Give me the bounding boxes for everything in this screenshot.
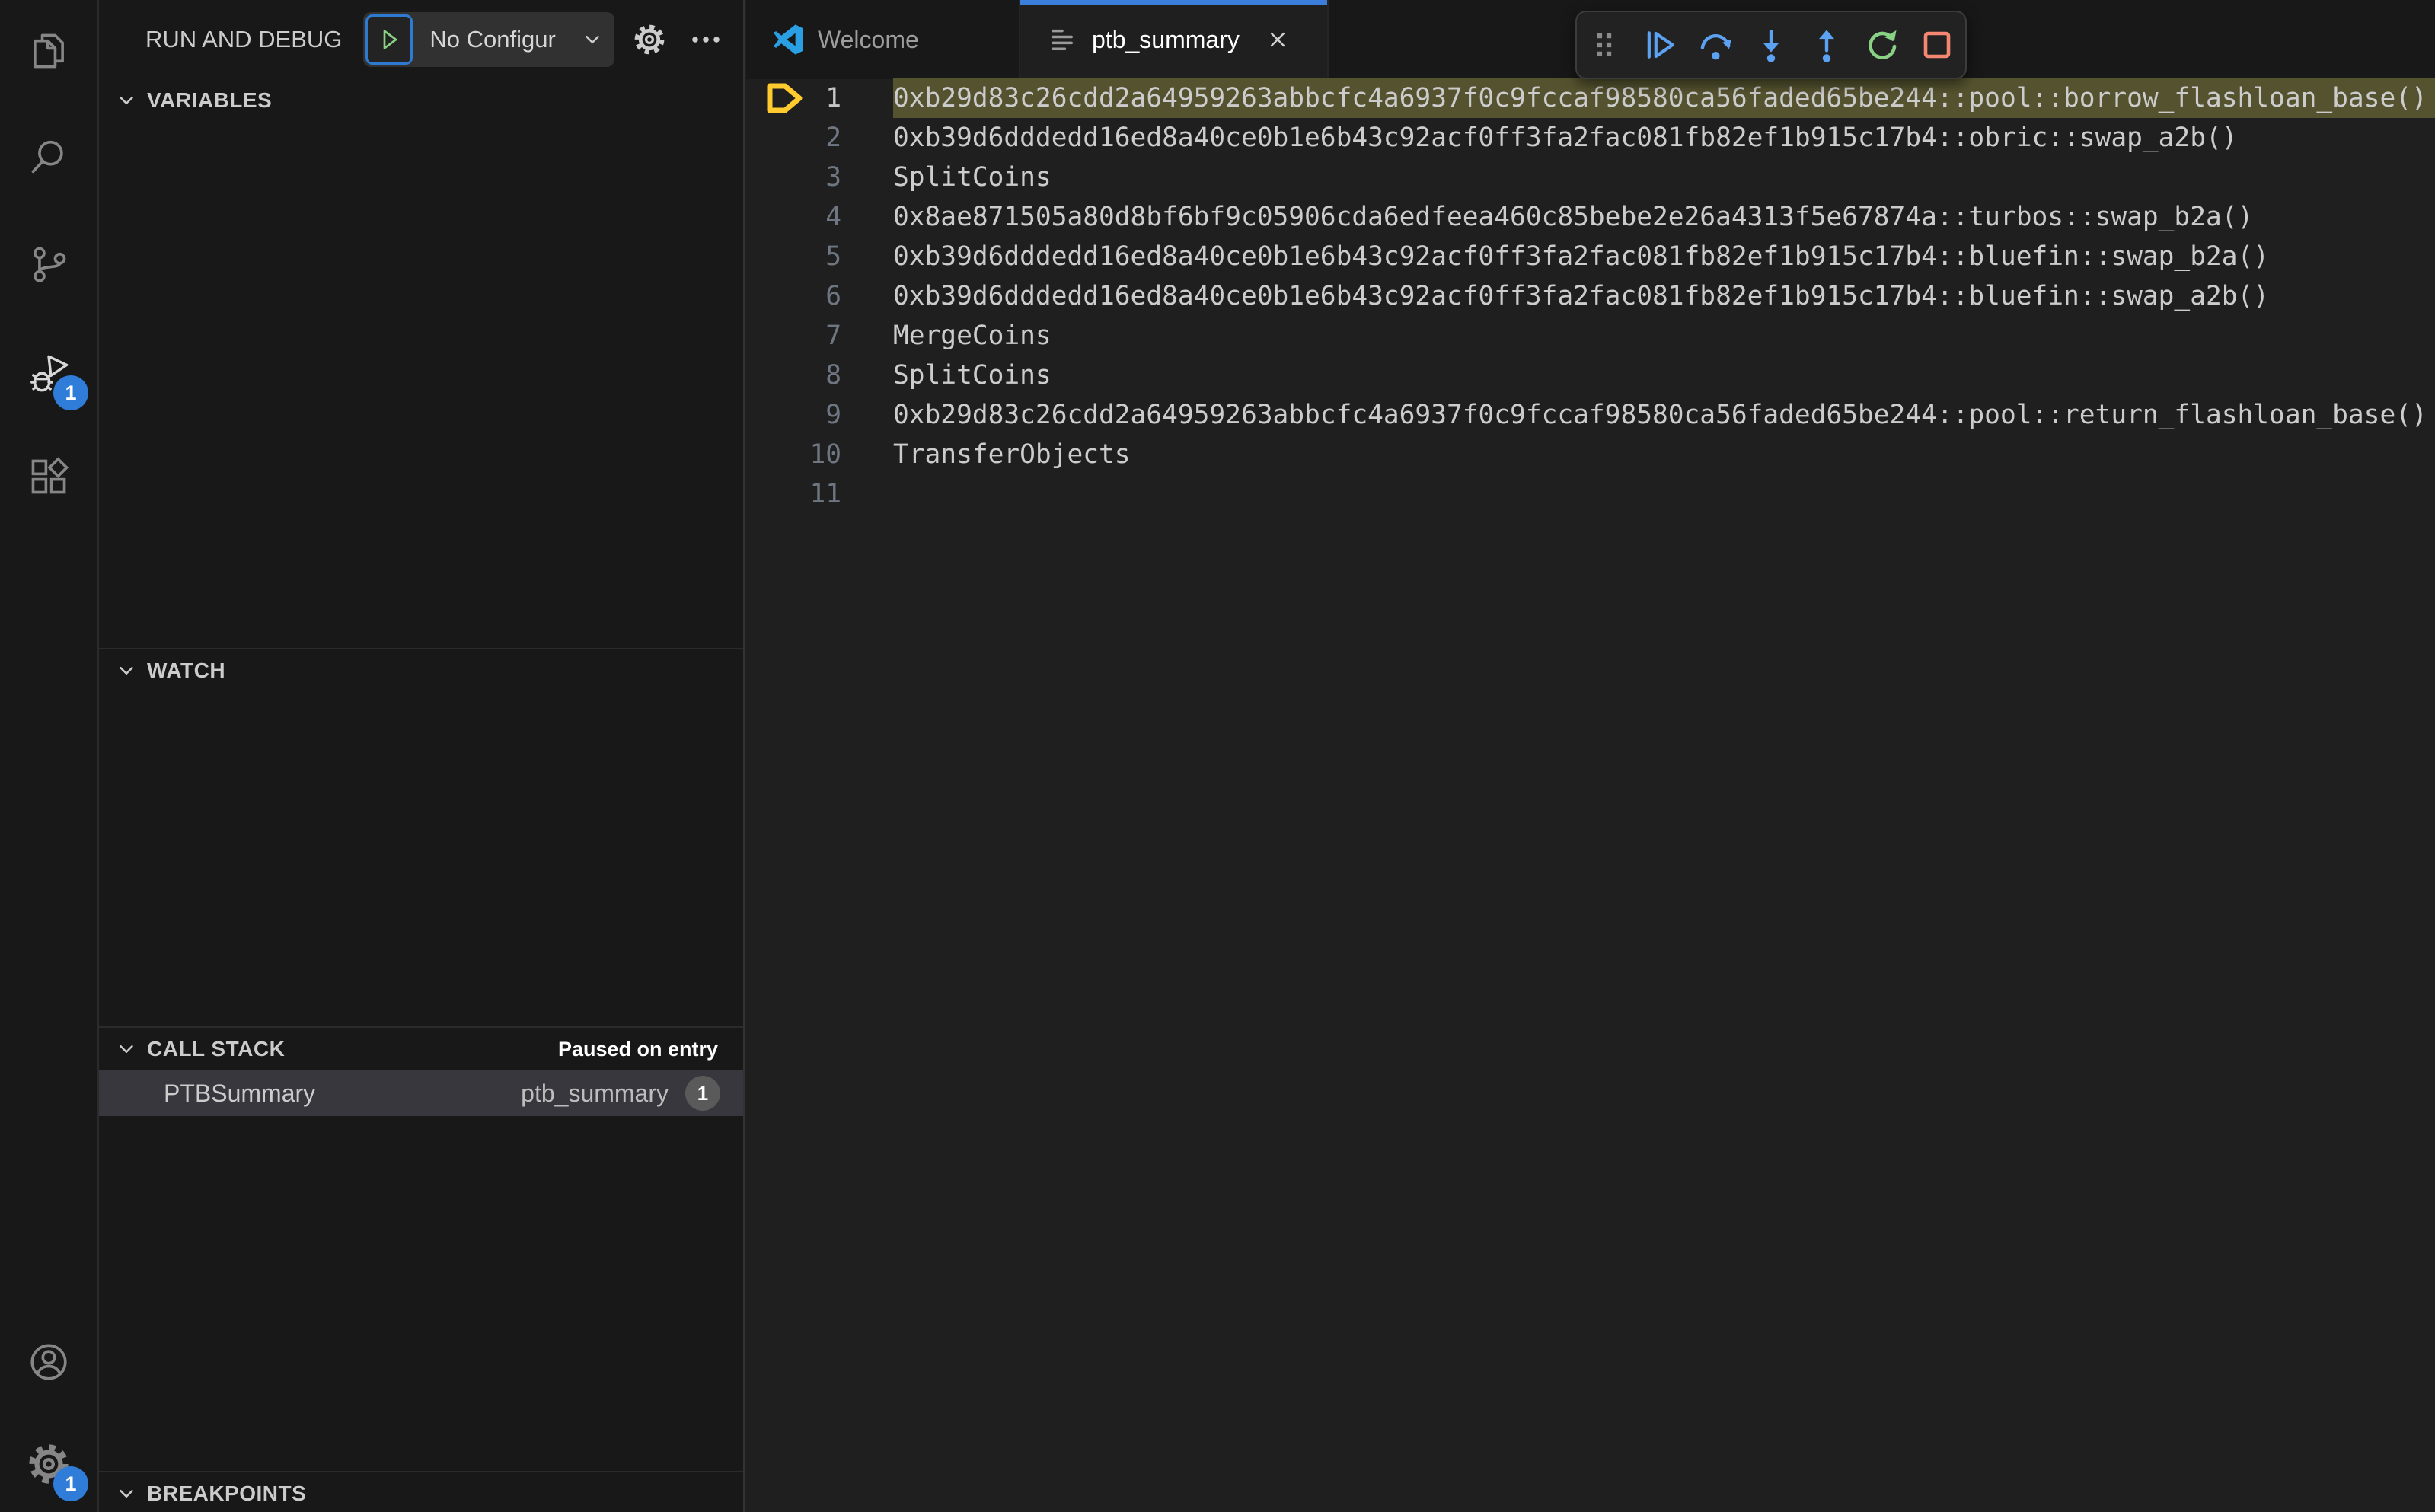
code-line: 1 0xb29d83c26cdd2a64959263abbcfc4a6937f0… bbox=[746, 78, 2435, 118]
run-and-debug-sidebar: RUN AND DEBUG No Configur VARIABLES WATC… bbox=[99, 0, 745, 1512]
extensions-icon[interactable] bbox=[0, 435, 97, 518]
code-line: 8 SplitCoins bbox=[746, 356, 2435, 395]
debug-toolbar bbox=[1575, 11, 1967, 79]
variables-section-header[interactable]: VARIABLES bbox=[99, 79, 743, 122]
line-number[interactable]: 8 bbox=[746, 360, 841, 391]
chevron-down-icon bbox=[120, 97, 133, 104]
line-number[interactable]: 6 bbox=[746, 281, 841, 311]
vscode-logo-icon bbox=[772, 24, 804, 56]
watch-label: WATCH bbox=[147, 659, 226, 682]
settings-badge: 1 bbox=[53, 1466, 88, 1501]
call-stack-section: CALL STACK Paused on entry PTBSummary pt… bbox=[99, 1026, 743, 1471]
code-line: 2 0xb39d6dddedd16ed8a40ce0b1e6b43c92acf0… bbox=[746, 118, 2435, 158]
launch-config-control: No Configur bbox=[363, 12, 615, 67]
line-text[interactable]: TransferObjects bbox=[893, 435, 2435, 474]
vscode-window: 1 1 RUN AND DEBUG No Configur VARIABLES … bbox=[0, 0, 2435, 1512]
sidebar-header: RUN AND DEBUG No Configur bbox=[99, 0, 743, 79]
debug-badge: 1 bbox=[53, 375, 88, 410]
line-text[interactable] bbox=[893, 474, 2435, 514]
launch-config-dropdown[interactable]: No Configur bbox=[413, 26, 578, 53]
chevron-down-icon bbox=[120, 667, 133, 675]
line-number[interactable]: 9 bbox=[746, 400, 841, 430]
stop-button[interactable] bbox=[1913, 14, 1961, 75]
breakpoints-label: BREAKPOINTS bbox=[147, 1482, 307, 1505]
line-text[interactable]: 0xb39d6dddedd16ed8a40ce0b1e6b43c92acf0ff… bbox=[893, 276, 2435, 316]
code-line: 4 0x8ae871505a80d8bf6bf9c05906cda6edfeea… bbox=[746, 197, 2435, 237]
line-text[interactable]: 0xb39d6dddedd16ed8a40ce0b1e6b43c92acf0ff… bbox=[893, 237, 2435, 276]
source-control-icon[interactable] bbox=[0, 222, 97, 306]
debug-settings-gear-icon[interactable] bbox=[633, 23, 666, 56]
code-line: 9 0xb29d83c26cdd2a64959263abbcfc4a6937f0… bbox=[746, 395, 2435, 435]
line-text[interactable]: 0xb29d83c26cdd2a64959263abbcfc4a6937f0c9… bbox=[893, 395, 2435, 435]
line-number[interactable]: 3 bbox=[746, 162, 841, 193]
line-number[interactable]: 4 bbox=[746, 202, 841, 232]
explorer-icon[interactable] bbox=[0, 9, 97, 93]
step-into-button[interactable] bbox=[1747, 14, 1795, 75]
tab-ptb-summary[interactable]: ptb_summary bbox=[1020, 0, 1329, 79]
chevron-down-icon bbox=[120, 1045, 133, 1053]
call-stack-section-header[interactable]: CALL STACK Paused on entry bbox=[99, 1028, 743, 1070]
tab-welcome[interactable]: Welcome bbox=[746, 0, 1020, 79]
line-text[interactable]: 0xb29d83c26cdd2a64959263abbcfc4a6937f0c9… bbox=[893, 78, 2435, 118]
start-debugging-button[interactable] bbox=[365, 14, 413, 65]
breakpoints-section: BREAKPOINTS bbox=[99, 1471, 743, 1512]
call-stack-frame-row[interactable]: PTBSummary ptb_summary 1 bbox=[99, 1070, 743, 1116]
code-line: 10 TransferObjects bbox=[746, 435, 2435, 474]
tab-label: ptb_summary bbox=[1092, 25, 1240, 53]
frame-count-badge: 1 bbox=[685, 1076, 720, 1111]
watch-section-header[interactable]: WATCH bbox=[99, 649, 743, 692]
line-number[interactable]: 7 bbox=[746, 321, 841, 351]
line-text[interactable]: SplitCoins bbox=[893, 356, 2435, 395]
code-editor[interactable]: 1 0xb29d83c26cdd2a64959263abbcfc4a6937f0… bbox=[746, 78, 2435, 514]
breakpoints-section-header[interactable]: BREAKPOINTS bbox=[99, 1472, 743, 1512]
views-more-actions-icon[interactable] bbox=[688, 21, 724, 58]
chevron-down-icon[interactable] bbox=[578, 28, 614, 51]
code-line: 6 0xb39d6dddedd16ed8a40ce0b1e6b43c92acf0… bbox=[746, 276, 2435, 316]
variables-label: VARIABLES bbox=[147, 88, 273, 112]
chevron-down-icon bbox=[120, 1490, 133, 1498]
line-number[interactable]: 11 bbox=[746, 479, 841, 509]
variables-section: VARIABLES bbox=[99, 79, 743, 648]
paused-status-text: Paused on entry bbox=[557, 1037, 718, 1061]
step-over-button[interactable] bbox=[1692, 14, 1739, 75]
code-line: 11 bbox=[746, 474, 2435, 514]
account-icon[interactable] bbox=[0, 1320, 97, 1404]
close-tab-icon[interactable] bbox=[1265, 27, 1290, 52]
frame-file: ptb_summary bbox=[521, 1079, 669, 1107]
search-icon[interactable] bbox=[0, 115, 97, 199]
line-number[interactable]: 10 bbox=[746, 439, 841, 470]
code-line: 5 0xb39d6dddedd16ed8a40ce0b1e6b43c92acf0… bbox=[746, 237, 2435, 276]
watch-section: WATCH bbox=[99, 648, 743, 1026]
line-text[interactable]: SplitCoins bbox=[893, 158, 2435, 197]
restart-button[interactable] bbox=[1859, 14, 1906, 75]
file-list-icon bbox=[1046, 24, 1078, 56]
step-out-button[interactable] bbox=[1803, 14, 1850, 75]
call-stack-list: PTBSummary ptb_summary 1 bbox=[99, 1070, 743, 1116]
toolbar-drag-handle[interactable] bbox=[1581, 14, 1628, 75]
tab-label: Welcome bbox=[818, 25, 919, 53]
line-number[interactable]: 5 bbox=[746, 241, 841, 272]
debug-current-line-pointer-icon bbox=[767, 83, 803, 113]
code-line: 7 MergeCoins bbox=[746, 316, 2435, 356]
line-text[interactable]: 0x8ae871505a80d8bf6bf9c05906cda6edfeea46… bbox=[893, 197, 2435, 237]
line-number[interactable]: 2 bbox=[746, 123, 841, 153]
code-line: 3 SplitCoins bbox=[746, 158, 2435, 197]
line-text[interactable]: 0xb39d6dddedd16ed8a40ce0b1e6b43c92acf0ff… bbox=[893, 118, 2435, 158]
call-stack-label: CALL STACK bbox=[147, 1037, 286, 1061]
editor-group: Welcome ptb_summary 1 0xb29d83c26cdd2a64… bbox=[746, 0, 2435, 1512]
line-text[interactable]: MergeCoins bbox=[893, 316, 2435, 356]
activity-bar: 1 1 bbox=[0, 0, 99, 1512]
settings-gear-icon[interactable]: 1 bbox=[0, 1422, 97, 1506]
continue-button[interactable] bbox=[1636, 14, 1683, 75]
frame-name: PTBSummary bbox=[164, 1079, 316, 1107]
run-and-debug-icon[interactable]: 1 bbox=[0, 331, 97, 415]
sidebar-title: RUN AND DEBUG bbox=[145, 26, 343, 53]
